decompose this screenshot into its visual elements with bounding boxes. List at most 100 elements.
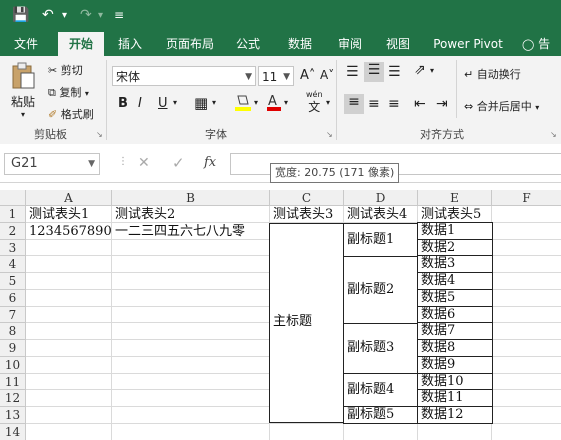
font-size-combo[interactable]: 11 ▼: [258, 66, 294, 86]
tab-page-layout[interactable]: 页面布局: [160, 32, 220, 56]
column-header-d[interactable]: D: [344, 190, 418, 206]
undo-dropdown-icon[interactable]: ▾: [62, 10, 67, 21]
font-color-button[interactable]: A: [266, 92, 282, 115]
merge-dropdown-icon[interactable]: ▾: [535, 103, 539, 112]
cell-e7[interactable]: 数据6: [417, 305, 493, 324]
row-header-4[interactable]: 4: [0, 256, 26, 273]
cancel-icon[interactable]: ✕: [138, 155, 150, 171]
row-header-3[interactable]: 3: [0, 239, 26, 257]
cell-a2[interactable]: 1234567890: [29, 224, 112, 240]
fill-dropdown-icon[interactable]: ▾: [254, 98, 258, 107]
tab-review[interactable]: 审阅: [330, 32, 370, 56]
orientation-dropdown-icon[interactable]: ▾: [430, 66, 434, 75]
merged-cell-subtitle-5[interactable]: 副标题5: [343, 406, 419, 424]
align-left-icon[interactable]: ≡: [344, 94, 364, 114]
row-header-6[interactable]: 6: [0, 289, 26, 307]
column-header-f[interactable]: F: [492, 190, 561, 206]
cell-e10[interactable]: 数据9: [417, 355, 493, 374]
cell-e2[interactable]: 数据1: [417, 221, 493, 240]
underline-dropdown-icon[interactable]: ▾: [173, 98, 177, 107]
tab-tell-me[interactable]: ◯ 告诉: [522, 32, 561, 76]
align-bottom-icon[interactable]: ☰: [388, 64, 401, 80]
grow-font-button[interactable]: A˄: [300, 68, 315, 83]
tab-formulas[interactable]: 公式: [228, 32, 268, 56]
cell-b2[interactable]: 一二三四五六七八九零: [115, 224, 245, 240]
format-painter-button[interactable]: ✐ 格式刷: [48, 106, 94, 122]
cell-c1[interactable]: 测试表头3: [273, 207, 333, 223]
merged-cell-main-title[interactable]: 主标题: [269, 223, 345, 423]
name-box[interactable]: G21 ▼: [4, 153, 100, 175]
cell-d1[interactable]: 测试表头4: [347, 207, 407, 223]
bold-button[interactable]: B: [118, 96, 128, 111]
align-top-icon[interactable]: ☰: [346, 64, 359, 80]
paste-dropdown-icon[interactable]: ▾: [8, 110, 38, 119]
cell-e1[interactable]: 测试表头5: [421, 207, 481, 223]
merged-cell-subtitle-1[interactable]: 副标题1: [343, 223, 419, 257]
phonetic-button[interactable]: wén 文: [306, 90, 323, 114]
merged-cell-subtitle-4[interactable]: 副标题4: [343, 373, 419, 407]
cell-e9[interactable]: 数据8: [417, 339, 493, 357]
alignment-launcher-icon[interactable]: ↘: [550, 130, 557, 139]
clipboard-launcher-icon[interactable]: ↘: [96, 130, 103, 139]
tab-file[interactable]: 文件: [6, 32, 46, 56]
shrink-font-button[interactable]: A˅: [320, 68, 334, 82]
borders-dropdown-icon[interactable]: ▾: [212, 98, 216, 107]
merge-center-button[interactable]: ⇔ 合并后居中 ▾: [464, 98, 539, 114]
insert-function-icon[interactable]: fx: [204, 155, 216, 170]
cut-button[interactable]: ✂ 剪切: [48, 62, 83, 78]
tab-insert[interactable]: 插入: [110, 32, 150, 56]
cell-e12[interactable]: 数据11: [417, 389, 493, 407]
enter-icon[interactable]: ✓: [172, 154, 185, 172]
increase-indent-icon[interactable]: ⇥: [436, 96, 448, 112]
save-icon[interactable]: 💾: [12, 7, 29, 23]
align-right-icon[interactable]: ≡: [388, 96, 400, 112]
wrap-text-button[interactable]: ↵ 自动换行: [464, 66, 521, 82]
cell-b1[interactable]: 测试表头2: [115, 207, 175, 223]
cell-e5[interactable]: 数据4: [417, 272, 493, 290]
phonetic-dropdown-icon[interactable]: ▾: [326, 98, 330, 107]
column-header-c[interactable]: C: [270, 190, 344, 206]
cell-e11[interactable]: 数据10: [417, 372, 493, 391]
row-header-12[interactable]: 12: [0, 390, 26, 407]
fill-color-button[interactable]: [234, 92, 252, 115]
cell-e4[interactable]: 数据3: [417, 255, 493, 273]
copy-dropdown-icon[interactable]: ▾: [85, 89, 89, 98]
cell-e13[interactable]: 数据12: [417, 406, 493, 424]
spreadsheet-grid[interactable]: A B C D E F 1 2 3 4 5 6 7 8 9 10 11 12 13 14 测试表头1 测试…: [0, 190, 561, 440]
orientation-icon[interactable]: ⇗: [414, 62, 426, 78]
copy-button[interactable]: ⧉ 复制 ▾: [48, 84, 89, 100]
cell-e8[interactable]: 数据7: [417, 322, 493, 340]
column-header-a[interactable]: A: [26, 190, 112, 206]
merged-cell-subtitle-2[interactable]: 副标题2: [343, 256, 419, 324]
row-header-11[interactable]: 11: [0, 373, 26, 391]
merged-cell-subtitle-3[interactable]: 副标题3: [343, 323, 419, 374]
tab-home[interactable]: 开始: [58, 32, 104, 56]
paste-button[interactable]: 粘贴 ▾: [8, 62, 38, 119]
column-header-e[interactable]: E: [418, 190, 492, 206]
font-name-combo[interactable]: 宋体 ▼: [112, 66, 256, 86]
row-header-9[interactable]: 9: [0, 340, 26, 357]
undo-icon[interactable]: ↶: [42, 7, 54, 23]
tab-view[interactable]: 视图: [378, 32, 418, 56]
underline-button[interactable]: U: [158, 96, 168, 111]
cell-e3[interactable]: 数据2: [417, 238, 493, 257]
cell-a1[interactable]: 测试表头1: [29, 207, 89, 223]
row-header-14[interactable]: 14: [0, 423, 26, 440]
redo-dropdown-icon[interactable]: ▾: [98, 10, 103, 21]
font-launcher-icon[interactable]: ↘: [326, 130, 333, 139]
tab-power-pivot[interactable]: Power Pivot: [428, 32, 508, 56]
cell-e6[interactable]: 数据5: [417, 288, 493, 307]
align-center-icon[interactable]: ≡: [368, 96, 380, 112]
row-header-2[interactable]: 2: [0, 222, 26, 240]
decrease-indent-icon[interactable]: ⇤: [414, 96, 426, 112]
row-header-1[interactable]: 1: [0, 206, 26, 223]
customize-qat-icon[interactable]: ≡: [114, 8, 124, 22]
row-header-7[interactable]: 7: [0, 306, 26, 324]
borders-icon[interactable]: ▦: [194, 94, 208, 112]
row-header-13[interactable]: 13: [0, 407, 26, 424]
font-color-dropdown-icon[interactable]: ▾: [284, 98, 288, 107]
italic-button[interactable]: I: [138, 96, 142, 111]
tab-data[interactable]: 数据: [280, 32, 320, 56]
redo-icon[interactable]: ↷: [80, 7, 92, 23]
row-header-5[interactable]: 5: [0, 273, 26, 290]
